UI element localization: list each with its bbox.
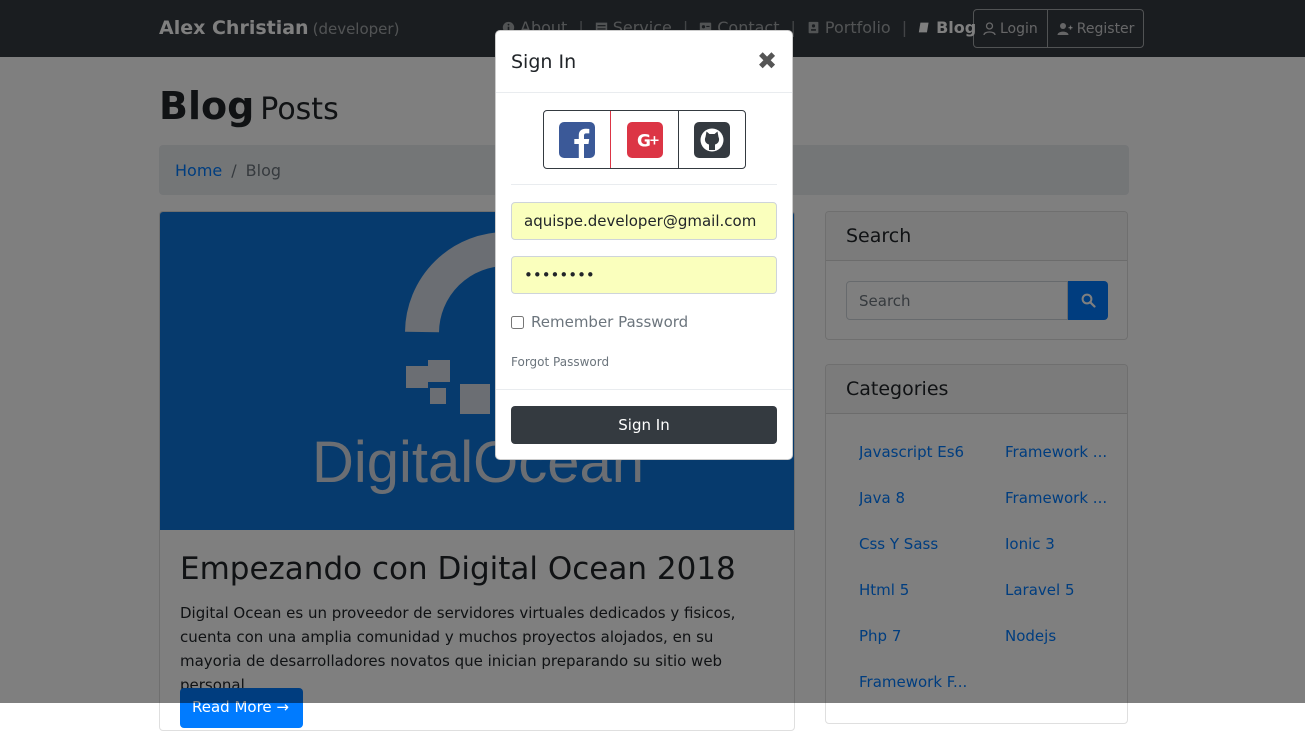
sign-in-modal: Sign In ✖ G+ Remember Password Forgot Pa… — [495, 30, 793, 460]
modal-title: Sign In — [511, 51, 577, 73]
github-login-button[interactable] — [678, 111, 745, 168]
modal-header: Sign In ✖ — [496, 31, 792, 93]
remember-password[interactable]: Remember Password — [511, 313, 688, 331]
remember-password-label: Remember Password — [531, 313, 689, 331]
github-icon — [694, 121, 730, 158]
close-icon[interactable]: ✖ — [757, 49, 777, 73]
divider — [511, 184, 777, 185]
sign-in-button[interactable]: Sign In — [511, 406, 777, 444]
remember-password-checkbox[interactable] — [511, 315, 524, 329]
email-field[interactable] — [511, 202, 777, 240]
forgot-password-link[interactable]: Forgot Password — [511, 355, 609, 369]
facebook-icon — [559, 121, 595, 158]
modal-footer-divider — [496, 389, 792, 390]
svg-text:+: + — [649, 133, 660, 148]
facebook-login-button[interactable] — [544, 111, 611, 168]
password-field[interactable] — [511, 256, 777, 294]
social-login-group: G + — [543, 110, 746, 169]
google-plus-icon: G+ — [626, 121, 663, 158]
google-plus-login-button[interactable]: G + — [611, 111, 678, 168]
